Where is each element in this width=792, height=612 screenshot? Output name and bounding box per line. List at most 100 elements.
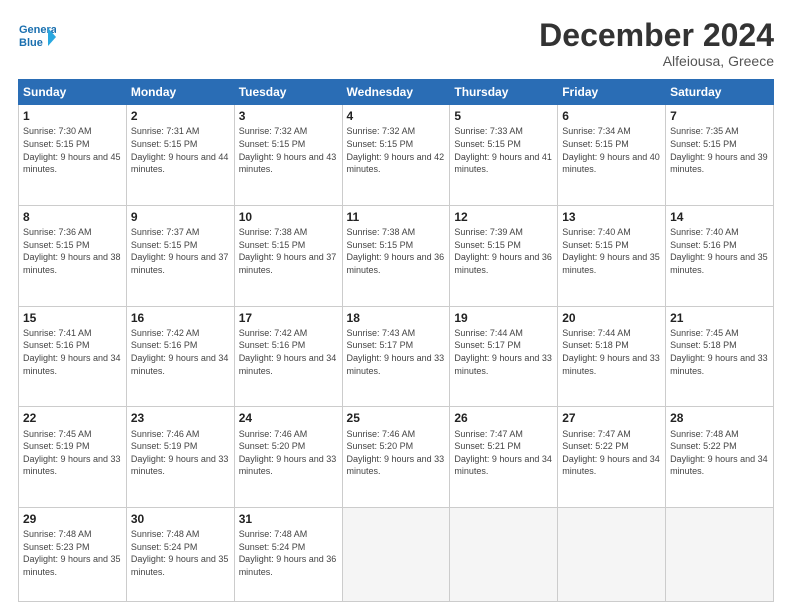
calendar-cell: 31Sunrise: 7:48 AMSunset: 5:24 PMDayligh…: [234, 508, 342, 602]
calendar-cell: 29Sunrise: 7:48 AMSunset: 5:23 PMDayligh…: [19, 508, 127, 602]
day-info: Sunrise: 7:48 AMSunset: 5:24 PMDaylight:…: [239, 528, 338, 578]
day-info: Sunrise: 7:34 AMSunset: 5:15 PMDaylight:…: [562, 125, 661, 175]
week-row-4: 22Sunrise: 7:45 AMSunset: 5:19 PMDayligh…: [19, 407, 774, 508]
day-number: 26: [454, 410, 553, 426]
calendar-cell: 5Sunrise: 7:33 AMSunset: 5:15 PMDaylight…: [450, 105, 558, 206]
day-info: Sunrise: 7:32 AMSunset: 5:15 PMDaylight:…: [239, 125, 338, 175]
col-header-wednesday: Wednesday: [342, 80, 450, 105]
week-row-1: 1Sunrise: 7:30 AMSunset: 5:15 PMDaylight…: [19, 105, 774, 206]
calendar-cell: 10Sunrise: 7:38 AMSunset: 5:15 PMDayligh…: [234, 205, 342, 306]
calendar-cell: 7Sunrise: 7:35 AMSunset: 5:15 PMDaylight…: [666, 105, 774, 206]
day-number: 6: [562, 108, 661, 124]
calendar-cell: 25Sunrise: 7:46 AMSunset: 5:20 PMDayligh…: [342, 407, 450, 508]
day-number: 12: [454, 209, 553, 225]
calendar-cell: 27 Sunrise: 7:47 AMSunset: 5:22 PMDayligh…: [558, 407, 666, 508]
day-info: Sunrise: 7:41 AMSunset: 5:16 PMDaylight:…: [23, 327, 122, 377]
day-number: 2: [131, 108, 230, 124]
day-info: Sunrise: 7:47 AMSunset: 5:21 PMDaylight:…: [454, 428, 553, 478]
day-info: Sunrise: 7:33 AMSunset: 5:15 PMDaylight:…: [454, 125, 553, 175]
calendar-cell: 17Sunrise: 7:42 AMSunset: 5:16 PMDayligh…: [234, 306, 342, 407]
day-number: 27: [562, 410, 661, 426]
calendar-cell: 20Sunrise: 7:44 AMSunset: 5:18 PMDayligh…: [558, 306, 666, 407]
day-info: Sunrise: 7:46 AMSunset: 5:20 PMDaylight:…: [347, 428, 446, 478]
day-number: 3: [239, 108, 338, 124]
day-number: 10: [239, 209, 338, 225]
day-number: 28: [670, 410, 769, 426]
day-info: Sunrise: 7:30 AMSunset: 5:15 PMDaylight:…: [23, 125, 122, 175]
day-number: 24: [239, 410, 338, 426]
col-header-saturday: Saturday: [666, 80, 774, 105]
month-title: December 2024: [539, 18, 774, 53]
day-info: Sunrise: 7:32 AMSunset: 5:15 PMDaylight:…: [347, 125, 446, 175]
day-info: Sunrise: 7:38 AMSunset: 5:15 PMDaylight:…: [347, 226, 446, 276]
col-header-tuesday: Tuesday: [234, 80, 342, 105]
week-row-5: 29Sunrise: 7:48 AMSunset: 5:23 PMDayligh…: [19, 508, 774, 602]
calendar-cell: 6Sunrise: 7:34 AMSunset: 5:15 PMDaylight…: [558, 105, 666, 206]
calendar-table: SundayMondayTuesdayWednesdayThursdayFrid…: [18, 79, 774, 602]
calendar-cell: 30Sunrise: 7:48 AMSunset: 5:24 PMDayligh…: [126, 508, 234, 602]
calendar-cell: 12Sunrise: 7:39 AMSunset: 5:15 PMDayligh…: [450, 205, 558, 306]
day-info: Sunrise: 7:46 AMSunset: 5:20 PMDaylight:…: [239, 428, 338, 478]
day-info: Sunrise: 7:48 AMSunset: 5:22 PMDaylight:…: [670, 428, 769, 478]
day-number: 4: [347, 108, 446, 124]
day-info: Sunrise: 7:39 AMSunset: 5:15 PMDaylight:…: [454, 226, 553, 276]
day-number: 31: [239, 511, 338, 527]
day-number: 8: [23, 209, 122, 225]
logo: General Blue: [18, 18, 56, 56]
calendar-cell: 28 Sunrise: 7:48 AMSunset: 5:22 PMDayligh…: [666, 407, 774, 508]
day-info: Sunrise: 7:47 AMSunset: 5:22 PMDaylight:…: [562, 428, 661, 478]
header: General Blue December 2024 Alfeiousa, Gr…: [18, 18, 774, 69]
day-number: 13: [562, 209, 661, 225]
day-info: Sunrise: 7:45 AMSunset: 5:18 PMDaylight:…: [670, 327, 769, 377]
calendar-cell: 8Sunrise: 7:36 AMSunset: 5:15 PMDaylight…: [19, 205, 127, 306]
day-number: 16: [131, 310, 230, 326]
week-row-3: 15Sunrise: 7:41 AMSunset: 5:16 PMDayligh…: [19, 306, 774, 407]
day-info: Sunrise: 7:40 AMSunset: 5:15 PMDaylight:…: [562, 226, 661, 276]
day-info: Sunrise: 7:43 AMSunset: 5:17 PMDaylight:…: [347, 327, 446, 377]
calendar-cell: 26 Sunrise: 7:47 AMSunset: 5:21 PMDayligh…: [450, 407, 558, 508]
day-number: 1: [23, 108, 122, 124]
calendar-cell: 9Sunrise: 7:37 AMSunset: 5:15 PMDaylight…: [126, 205, 234, 306]
calendar-cell: [342, 508, 450, 602]
day-info: Sunrise: 7:44 AMSunset: 5:18 PMDaylight:…: [562, 327, 661, 377]
logo-svg: General Blue: [18, 18, 56, 56]
calendar-cell: 18Sunrise: 7:43 AMSunset: 5:17 PMDayligh…: [342, 306, 450, 407]
calendar-cell: 11Sunrise: 7:38 AMSunset: 5:15 PMDayligh…: [342, 205, 450, 306]
calendar-cell: 21Sunrise: 7:45 AMSunset: 5:18 PMDayligh…: [666, 306, 774, 407]
day-info: Sunrise: 7:42 AMSunset: 5:16 PMDaylight:…: [131, 327, 230, 377]
calendar-cell: 15Sunrise: 7:41 AMSunset: 5:16 PMDayligh…: [19, 306, 127, 407]
day-number: 20: [562, 310, 661, 326]
calendar-cell: 13Sunrise: 7:40 AMSunset: 5:15 PMDayligh…: [558, 205, 666, 306]
col-header-sunday: Sunday: [19, 80, 127, 105]
day-number: 7: [670, 108, 769, 124]
day-number: 11: [347, 209, 446, 225]
day-info: Sunrise: 7:44 AMSunset: 5:17 PMDaylight:…: [454, 327, 553, 377]
col-header-friday: Friday: [558, 80, 666, 105]
day-number: 22: [23, 410, 122, 426]
day-info: Sunrise: 7:38 AMSunset: 5:15 PMDaylight:…: [239, 226, 338, 276]
day-info: Sunrise: 7:46 AMSunset: 5:19 PMDaylight:…: [131, 428, 230, 478]
day-number: 5: [454, 108, 553, 124]
header-row: SundayMondayTuesdayWednesdayThursdayFrid…: [19, 80, 774, 105]
calendar-cell: 24 Sunrise: 7:46 AMSunset: 5:20 PMDayligh…: [234, 407, 342, 508]
calendar-cell: 3Sunrise: 7:32 AMSunset: 5:15 PMDaylight…: [234, 105, 342, 206]
location: Alfeiousa, Greece: [539, 53, 774, 69]
calendar-cell: 23Sunrise: 7:46 AMSunset: 5:19 PMDayligh…: [126, 407, 234, 508]
day-number: 18: [347, 310, 446, 326]
day-number: 15: [23, 310, 122, 326]
svg-text:Blue: Blue: [19, 37, 43, 49]
day-number: 9: [131, 209, 230, 225]
day-number: 14: [670, 209, 769, 225]
calendar-cell: [666, 508, 774, 602]
col-header-thursday: Thursday: [450, 80, 558, 105]
calendar-cell: 16Sunrise: 7:42 AMSunset: 5:16 PMDayligh…: [126, 306, 234, 407]
day-info: Sunrise: 7:37 AMSunset: 5:15 PMDaylight:…: [131, 226, 230, 276]
day-info: Sunrise: 7:31 AMSunset: 5:15 PMDaylight:…: [131, 125, 230, 175]
day-number: 19: [454, 310, 553, 326]
calendar-cell: 19Sunrise: 7:44 AMSunset: 5:17 PMDayligh…: [450, 306, 558, 407]
day-number: 30: [131, 511, 230, 527]
day-number: 21: [670, 310, 769, 326]
calendar-cell: 1Sunrise: 7:30 AMSunset: 5:15 PMDaylight…: [19, 105, 127, 206]
calendar-cell: 2Sunrise: 7:31 AMSunset: 5:15 PMDaylight…: [126, 105, 234, 206]
calendar-cell: 14Sunrise: 7:40 AMSunset: 5:16 PMDayligh…: [666, 205, 774, 306]
